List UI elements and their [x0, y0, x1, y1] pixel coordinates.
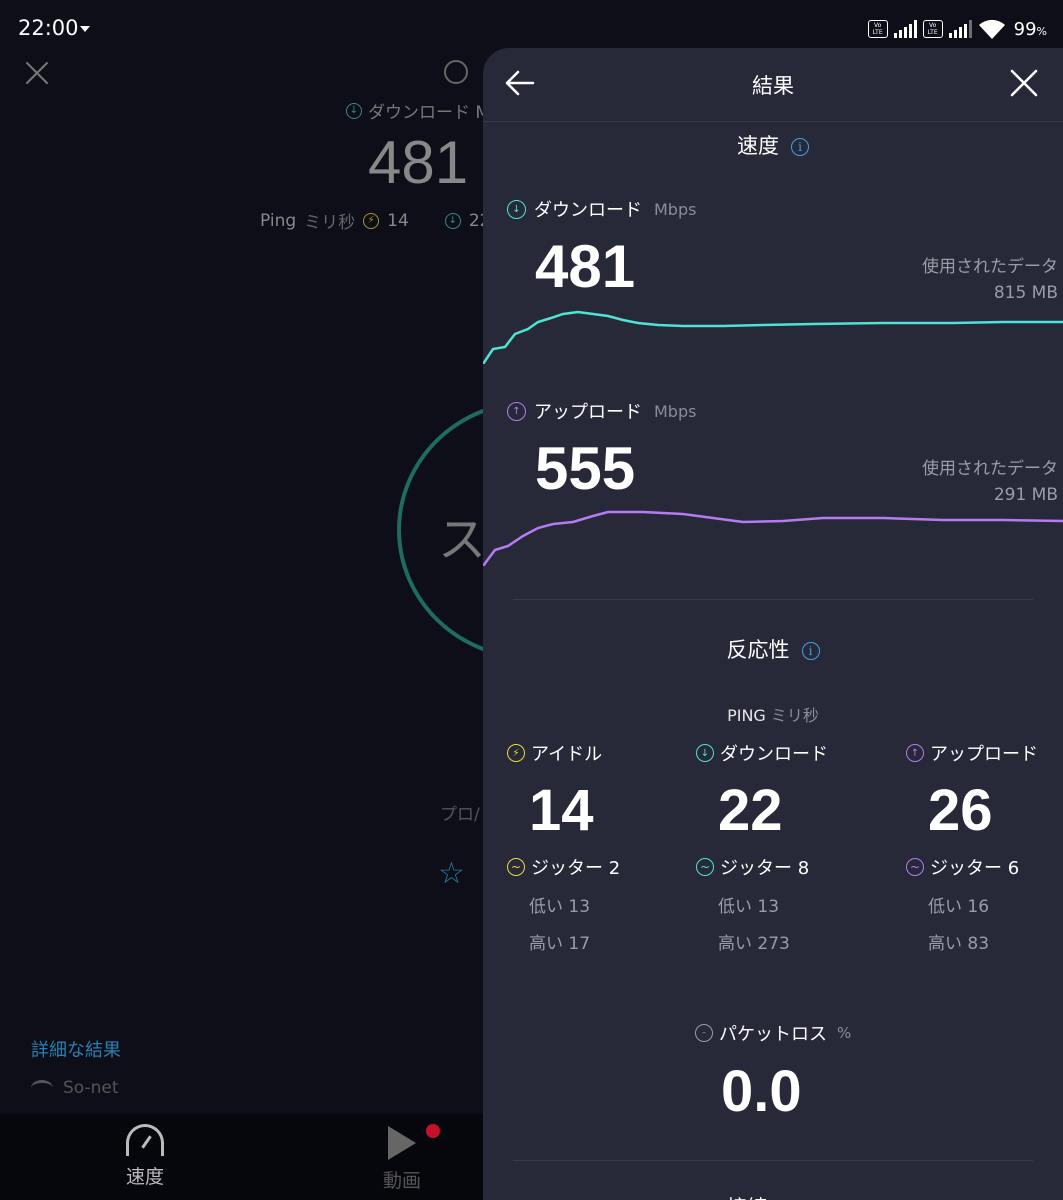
speed-section-title: 速度 i: [483, 130, 1063, 160]
jitter-icon: ~: [696, 858, 714, 876]
download-arrow-icon: ↓: [507, 199, 526, 219]
divider: [513, 599, 1033, 600]
upload-data-used: 使用されたデータ 291 MB: [922, 459, 1058, 505]
notification-dot: [426, 1124, 440, 1138]
play-icon: [388, 1126, 416, 1160]
volte-icon: Vo LTE: [867, 20, 888, 38]
sheet-header: 結果: [483, 48, 1063, 122]
idle-icon: ⚡: [507, 744, 525, 762]
ping-download-column: ↓ ダウンロード 22 ~ ジッター 8 低い 13 高い 273: [696, 740, 876, 954]
results-sheet: 結果 速度 i ↓ ダウンロード Mbps 481 使用されたデータ 815 MB …: [483, 48, 1063, 1200]
bg-download-value: 481: [368, 129, 469, 196]
upload-label: ↑ アップロード Mbps: [507, 398, 696, 424]
nav-item-speed[interactable]: 速度: [95, 1124, 195, 1189]
connection-section-title: 接続: [727, 1191, 767, 1200]
download-graph: [483, 310, 1063, 364]
close-icon[interactable]: [24, 60, 50, 86]
divider: [513, 1160, 1033, 1161]
detailed-results-link[interactable]: 詳細な結果: [31, 1036, 121, 1062]
close-icon[interactable]: [1009, 68, 1043, 102]
speedometer-icon: [126, 1124, 164, 1156]
download-arrow-icon: ↓: [444, 212, 461, 229]
wifi-icon: [31, 1080, 53, 1096]
star-icon[interactable]: ☆: [438, 856, 465, 891]
network-row: So-net: [31, 1078, 119, 1098]
bg-provider-label: プロ/: [440, 805, 480, 825]
status-icons: Vo LTE Vo LTE 99%: [867, 15, 1047, 43]
network-name: So-net: [63, 1078, 119, 1098]
ping-upload-value: 26: [928, 778, 993, 843]
status-time: 22:00: [18, 16, 79, 40]
signal-icon: [948, 20, 972, 38]
responsiveness-section-title: 反応性 i: [483, 634, 1063, 664]
ping-header: PING ミリ秒: [727, 706, 819, 725]
idle-icon: ⚡: [363, 212, 380, 229]
info-icon[interactable]: i: [801, 642, 820, 660]
packet-loss-label: – パケットロス%: [695, 1020, 851, 1046]
ping-idle-column: ⚡ アイドル 14 ~ ジッター 2 低い 13 高い 17: [507, 740, 687, 954]
battery-level: 99%: [1013, 18, 1047, 40]
chevron-down-icon: [80, 26, 90, 32]
packet-loss-value: 0.0: [721, 1059, 802, 1124]
download-data-used: 使用されたデータ 815 MB: [922, 257, 1058, 303]
upload-value: 555: [535, 435, 636, 502]
download-arrow-icon: ↓: [696, 744, 714, 762]
jitter-icon: ~: [906, 858, 924, 876]
ping-idle-value: 14: [529, 778, 594, 843]
download-arrow-icon: ↓: [346, 102, 362, 119]
volte-icon: Vo LTE: [922, 20, 943, 38]
download-label: ↓ ダウンロード Mbps: [507, 196, 696, 222]
upload-arrow-icon: ↑: [507, 401, 526, 421]
go-button-label: ス: [438, 512, 487, 568]
sheet-title: 結果: [752, 74, 794, 98]
nav-item-video[interactable]: 動画: [352, 1124, 452, 1193]
jitter-icon: ~: [507, 858, 525, 876]
upload-arrow-icon: ↑: [906, 744, 924, 762]
bg-download-label: ↓ ダウンロード M: [346, 98, 490, 123]
info-icon[interactable]: i: [791, 138, 809, 156]
signal-icon: [893, 20, 917, 38]
packet-loss-icon: –: [695, 1024, 713, 1042]
ping-upload-column: ↑ アップロード 26 ~ ジッター 6 低い 16 高い 83: [906, 740, 1063, 954]
wifi-icon: [978, 19, 1005, 39]
download-value: 481: [535, 233, 636, 300]
upload-graph: [483, 510, 1063, 566]
bg-ping-row: Ping ミリ秒 ⚡ 14 ↓ 22: [260, 210, 491, 234]
ping-download-value: 22: [718, 778, 783, 843]
speedometer-icon: [444, 60, 468, 84]
